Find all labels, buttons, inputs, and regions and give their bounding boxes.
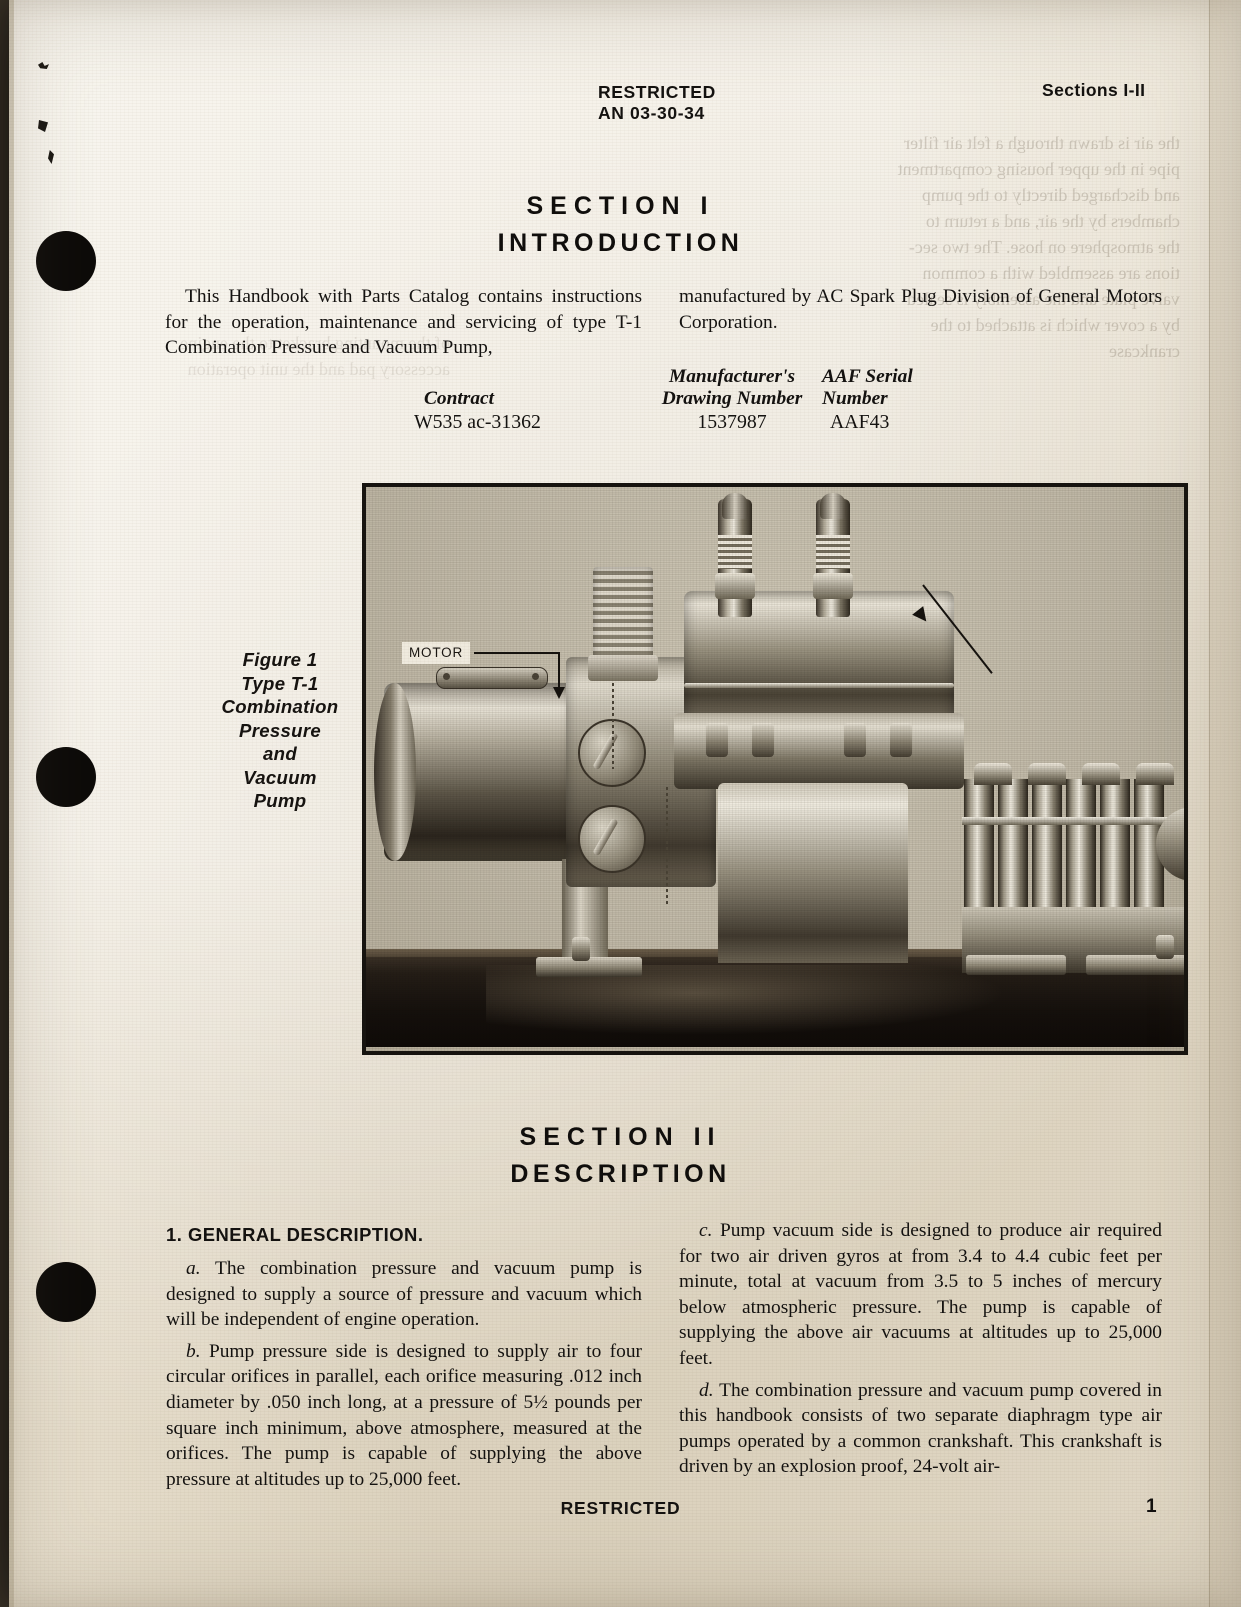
punch-hole-middle: [36, 747, 96, 807]
footer-page-number: 1: [1146, 1496, 1157, 1517]
paragraph-b-text: Pump pressure side is designed to supply…: [166, 1340, 642, 1490]
footer-classification: RESTRICTED: [560, 1498, 681, 1518]
paragraph-b: b. Pump pressure side is designed to sup…: [166, 1339, 642, 1493]
photo-grain-overlay: [366, 487, 1184, 1051]
section-two-left-column: a. The combination pressure and vacuum p…: [166, 1256, 642, 1498]
contract-table-header-row: Contract Manufacturer's Drawing Number A…: [400, 366, 920, 410]
section-two-number: SECTION II: [519, 1123, 722, 1151]
drawing-number-value: 1537987: [697, 411, 767, 433]
figure-caption-line: and: [263, 743, 297, 764]
contract-column: Contract: [400, 366, 648, 410]
contract-table: Contract Manufacturer's Drawing Number A…: [400, 366, 920, 434]
section-one-number: SECTION I: [526, 192, 715, 220]
serial-number-header-line1: AAF Serial: [822, 366, 913, 387]
general-description-heading: 1. GENERAL DESCRIPTION.: [166, 1224, 424, 1245]
contract-value-cell: W535 ac-31362: [400, 410, 648, 434]
paragraph-d-text: The combination pressure and vacuum pump…: [679, 1379, 1162, 1478]
scan-speck: [48, 150, 54, 164]
figure-1-photograph: IN MOTOR PRESSURE SECTION VACUUM SECTION: [362, 483, 1188, 1055]
drawing-number-header-line2: Drawing Number: [661, 388, 803, 409]
serial-number-value: AAF43: [830, 411, 890, 433]
figure-caption-line: Type T-1: [241, 672, 319, 694]
introduction-right-column: manufactured by AC Spark Plug Division o…: [679, 284, 1162, 341]
callout-motor-leader-vertical: [558, 652, 560, 690]
figure-caption-line: Figure 1: [242, 649, 318, 670]
header-sections: Sections I-II: [1042, 80, 1146, 100]
serial-number-column: AAF Serial Number: [816, 366, 920, 410]
punch-hole-bottom: [36, 1262, 96, 1322]
introduction-left-column: This Handbook with Parts Catalog contain…: [165, 284, 642, 367]
paragraph-a: a. The combination pressure and vacuum p…: [166, 1256, 642, 1333]
paragraph-c-text: Pump vacuum side is designed to produce …: [679, 1220, 1162, 1369]
header-classification: RESTRICTED: [598, 82, 716, 102]
document-page: the air is drawn through a felt air filt…: [0, 0, 1241, 1607]
contract-value: W535 ac-31362: [414, 411, 541, 433]
section-one-title: INTRODUCTION: [497, 229, 744, 257]
paragraph-c-letter: c.: [699, 1220, 713, 1241]
figure-caption-line: Pressure: [239, 719, 321, 741]
figure-caption-line: Vacuum: [243, 766, 317, 788]
serial-number-header-line2: Number: [822, 388, 888, 409]
paragraph-d: d. The combination pressure and vacuum p…: [679, 1378, 1162, 1480]
callout-motor: MOTOR: [402, 642, 470, 664]
figure-caption-line: Pump: [253, 790, 307, 811]
scan-speck: [38, 62, 49, 69]
introduction-paragraph-continued: manufactured by AC Spark Plug Division o…: [679, 286, 1162, 333]
figure-caption-line: Combination: [221, 696, 339, 717]
drawing-number-header-line1: Manufacturer's: [668, 366, 796, 387]
paragraph-d-letter: d.: [699, 1379, 714, 1401]
drawing-number-column: Manufacturer's Drawing Number: [648, 366, 816, 410]
paragraph-b-letter: b.: [186, 1340, 201, 1362]
scan-speck: [38, 120, 48, 132]
introduction-paragraph: This Handbook with Parts Catalog contain…: [165, 286, 642, 359]
drawing-number-value-cell: 1537987: [648, 410, 816, 434]
figure-caption: Figure 1 Type T-1 Combination Pressure a…: [196, 648, 364, 813]
paragraph-a-letter: a.: [186, 1258, 201, 1279]
paragraph-a-text: The combination pressure and vacuum pump…: [166, 1258, 642, 1331]
section-two-title: DESCRIPTION: [510, 1160, 731, 1188]
callout-motor-leader-horizontal: [474, 652, 560, 654]
inlet-marking-text: IN: [1186, 827, 1188, 849]
contract-table-value-row: W535 ac-31362 1537987 AAF43: [400, 410, 920, 434]
serial-number-value-cell: AAF43: [816, 410, 920, 434]
section-two-right-column: c. Pump vacuum side is designed to produ…: [679, 1218, 1162, 1486]
header-document-number: AN 03-30-34: [598, 103, 705, 123]
paragraph-c: c. Pump vacuum side is designed to produ…: [679, 1218, 1162, 1372]
contract-header: Contract: [424, 388, 495, 409]
callout-motor-arrowhead: [553, 687, 565, 699]
